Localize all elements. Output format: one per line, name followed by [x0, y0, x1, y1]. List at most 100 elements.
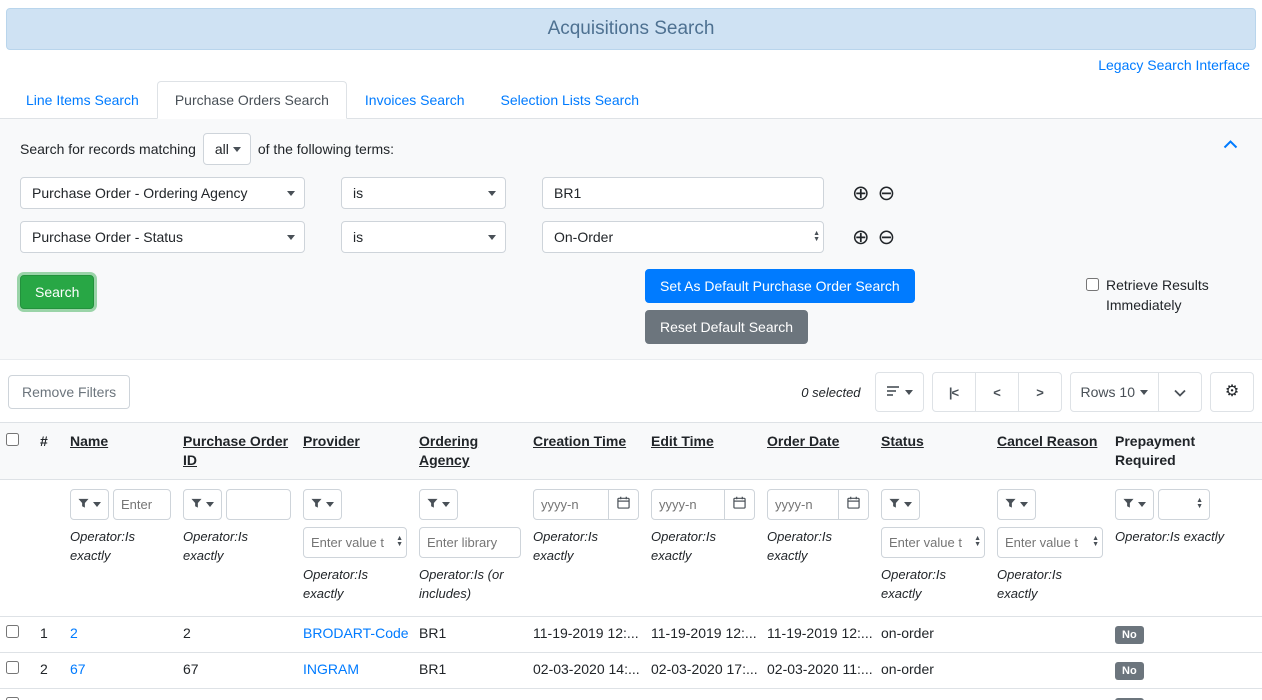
provider-filter-input[interactable] [303, 527, 407, 558]
name-filter-menu-button[interactable] [70, 489, 109, 520]
grid-actions-menu-button[interactable] [875, 372, 924, 412]
cancel-filter-input[interactable] [997, 527, 1103, 558]
sort-order-date[interactable]: Order Date [767, 433, 839, 449]
filter-cell-creation: Operator:Is exactly [527, 479, 645, 616]
row-num-cell: 3 [34, 689, 64, 700]
match-type-select[interactable]: all [203, 133, 251, 165]
edit-filter-input[interactable] [651, 489, 725, 520]
status-filter-operator: Operator:Is exactly [881, 565, 985, 604]
name-filter-input[interactable] [113, 489, 171, 520]
prev-page-button[interactable]: < [975, 372, 1019, 412]
po-name-link[interactable]: 2 [70, 625, 78, 641]
filter-empty-cell [0, 479, 34, 616]
provider-link[interactable]: BRODART-Code [303, 625, 409, 641]
rows-per-page-button[interactable]: Rows 10 [1070, 372, 1159, 412]
filter-funnel-icon [191, 497, 202, 512]
sort-edit[interactable]: Edit Time [651, 433, 714, 449]
sort-provider[interactable]: Provider [303, 433, 360, 449]
agency-cell: BR1 [413, 689, 527, 700]
tab-purchase-orders[interactable]: Purchase Orders Search [157, 81, 347, 119]
first-page-button[interactable]: |< [932, 372, 976, 412]
provider-filter-menu-button[interactable] [303, 489, 342, 520]
provider-link[interactable]: INGRAM [303, 661, 359, 677]
agency-filter-input[interactable] [419, 527, 521, 558]
prepayment-badge: No [1115, 626, 1144, 644]
prepay-filter-menu-button[interactable] [1115, 489, 1154, 520]
creation-filter-input[interactable] [533, 489, 609, 520]
collapse-search-button[interactable] [1223, 137, 1238, 152]
creation-calendar-button[interactable] [608, 489, 639, 520]
dash-circle-icon: ⊖ [878, 226, 896, 249]
remove-term-button[interactable]: ⊖ [874, 227, 900, 248]
cancel-cell [991, 653, 1109, 689]
term-value-input-2[interactable] [542, 221, 824, 253]
creation-cell: 11-19-2019 12:... [527, 616, 645, 652]
caret-down-icon [904, 502, 912, 507]
tab-line-items[interactable]: Line Items Search [8, 81, 157, 119]
dash-circle-icon: ⊖ [878, 182, 896, 205]
status-filter-input[interactable] [881, 527, 985, 558]
order-date-calendar-button[interactable] [838, 489, 869, 520]
remove-filters-button[interactable]: Remove Filters [8, 375, 130, 409]
sort-name[interactable]: Name [70, 433, 108, 449]
term-field-select-2[interactable]: Purchase Order - Status [20, 221, 305, 253]
creation-cell: 02-03-2020 14:... [527, 653, 645, 689]
chevron-up-icon [1223, 137, 1238, 152]
sort-status[interactable]: Status [881, 433, 924, 449]
results-grid: # Name Purchase Order ID Provider Orderi… [0, 422, 1262, 700]
filter-cell-provider: ▲▼ Operator:Is exactly [297, 479, 413, 616]
tab-selection-lists[interactable]: Selection Lists Search [483, 81, 658, 119]
term-operator-select-2[interactable]: is [341, 221, 506, 253]
po-name-link[interactable]: 67 [70, 661, 86, 677]
set-default-button[interactable]: Set As Default Purchase Order Search [645, 269, 915, 303]
tab-invoices[interactable]: Invoices Search [347, 81, 483, 119]
po-id-cell: 67 [177, 653, 297, 689]
prepay-cell: No [1109, 689, 1262, 700]
edit-calendar-button[interactable] [724, 489, 755, 520]
col-header-cancel: Cancel Reason [991, 423, 1109, 480]
row-checkbox[interactable] [6, 661, 19, 674]
status-cell: on-order [875, 616, 991, 652]
search-term-row: Purchase Order - Ordering Agency is ⊕ ⊖ [20, 177, 1242, 209]
grid-settings-button[interactable]: ⚙ [1210, 372, 1254, 412]
remove-term-button[interactable]: ⊖ [874, 183, 900, 204]
row-checkbox[interactable] [6, 625, 19, 638]
filter-cell-order-date: Operator:Is exactly [761, 479, 875, 616]
cancel-filter-menu-button[interactable] [997, 489, 1036, 520]
sort-cancel[interactable]: Cancel Reason [997, 433, 1097, 449]
reset-default-button[interactable]: Reset Default Search [645, 310, 808, 344]
term-value-input-1[interactable] [542, 177, 824, 209]
add-term-button[interactable]: ⊕ [848, 227, 874, 248]
caret-down-icon [206, 502, 214, 507]
po-id-filter-input[interactable] [226, 489, 291, 520]
prepay-filter-stepper[interactable]: ▲▼ [1158, 489, 1210, 520]
po-id-filter-menu-button[interactable] [183, 489, 222, 520]
legacy-search-link[interactable]: Legacy Search Interface [1098, 57, 1250, 73]
agency-filter-menu-button[interactable] [419, 489, 458, 520]
more-options-button[interactable] [1158, 372, 1202, 412]
edit-cell: 02-20-2020 11:... [645, 689, 761, 700]
sort-po-id[interactable]: Purchase Order ID [183, 433, 288, 468]
row-num-cell: 1 [34, 616, 64, 652]
retrieve-results-option: Retrieve Results Immediately [1086, 275, 1214, 316]
next-page-button[interactable]: > [1018, 372, 1062, 412]
selected-count: 0 selected [801, 385, 860, 400]
search-button[interactable]: Search [20, 275, 94, 309]
sort-agency[interactable]: Ordering Agency [419, 433, 478, 468]
col-header-agency: Ordering Agency [413, 423, 527, 480]
sort-creation[interactable]: Creation Time [533, 433, 626, 449]
po-id-cell: 71 [177, 689, 297, 700]
term-field-select-1[interactable]: Purchase Order - Ordering Agency [20, 177, 305, 209]
prepay-cell: No [1109, 653, 1262, 689]
row-num-cell: 2 [34, 653, 64, 689]
retrieve-results-checkbox[interactable] [1086, 278, 1099, 291]
select-all-checkbox[interactable] [6, 433, 19, 446]
add-term-button[interactable]: ⊕ [848, 183, 874, 204]
creation-filter-operator: Operator:Is exactly [533, 527, 639, 566]
select-all-cell [0, 423, 34, 480]
order-date-filter-input[interactable] [767, 489, 839, 520]
term-operator-select-1[interactable]: is [341, 177, 506, 209]
order-date-filter-operator: Operator:Is exactly [767, 527, 869, 566]
status-filter-menu-button[interactable] [881, 489, 920, 520]
provider-cell: INGRAM [297, 653, 413, 689]
